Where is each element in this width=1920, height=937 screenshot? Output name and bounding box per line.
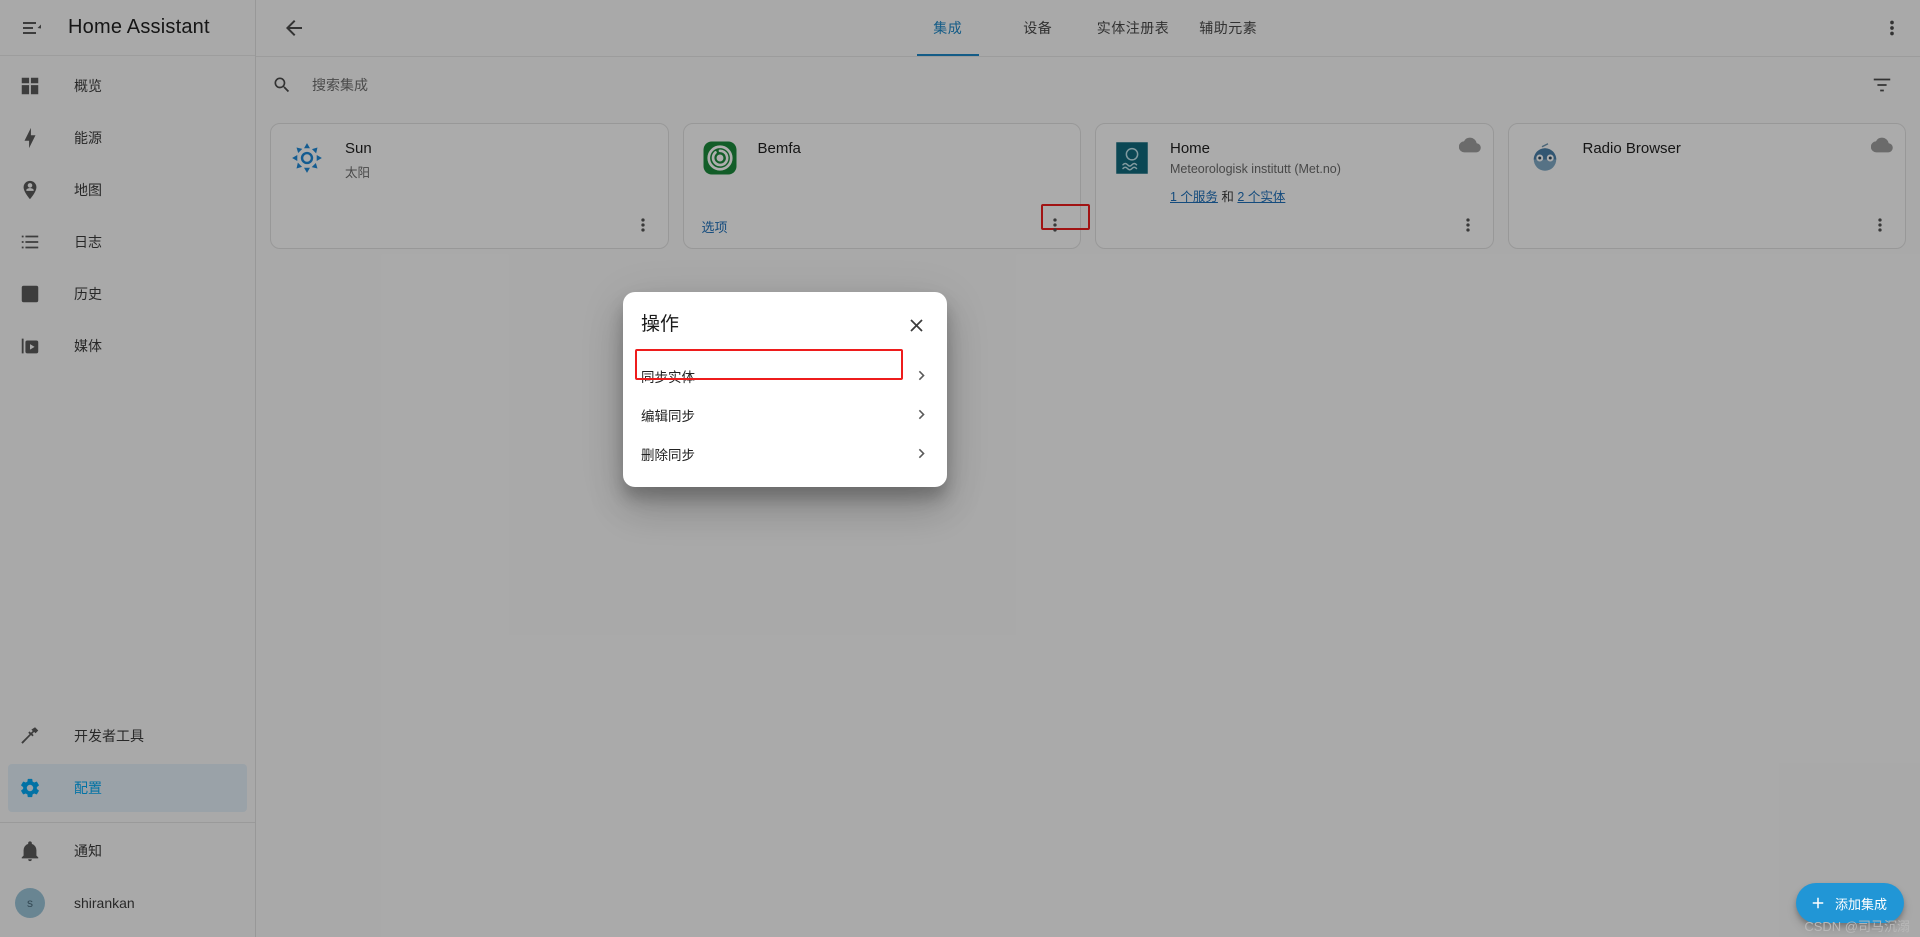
dialog-row-delete-sync[interactable]: 删除同步 xyxy=(623,434,947,473)
dialog-row-sync-entities[interactable]: 同步实体 xyxy=(623,356,947,395)
add-integration-fab[interactable]: 添加集成 xyxy=(1795,883,1904,923)
modal-scrim[interactable] xyxy=(0,0,1920,937)
actions-dialog: 操作 同步实体 编辑同步 删除同步 xyxy=(623,292,947,487)
dialog-row-label: 编辑同步 xyxy=(641,408,695,424)
dialog-row-label: 删除同步 xyxy=(641,447,695,463)
dialog-row-edit-sync[interactable]: 编辑同步 xyxy=(623,395,947,434)
chevron-right-icon xyxy=(912,444,931,463)
close-icon[interactable] xyxy=(899,308,933,342)
dialog-title: 操作 xyxy=(641,314,680,335)
dialog-header: 操作 xyxy=(623,292,947,348)
plus-icon xyxy=(1809,894,1827,912)
fab-label: 添加集成 xyxy=(1834,896,1887,912)
app-root: Home Assistant 概览 能源 地图 日志 历史 媒体 开发者工具 配… xyxy=(0,0,1920,937)
chevron-right-icon xyxy=(912,405,931,424)
chevron-right-icon xyxy=(912,366,931,385)
dialog-row-label: 同步实体 xyxy=(641,369,695,385)
dialog-action-list: 同步实体 编辑同步 删除同步 xyxy=(623,348,947,487)
